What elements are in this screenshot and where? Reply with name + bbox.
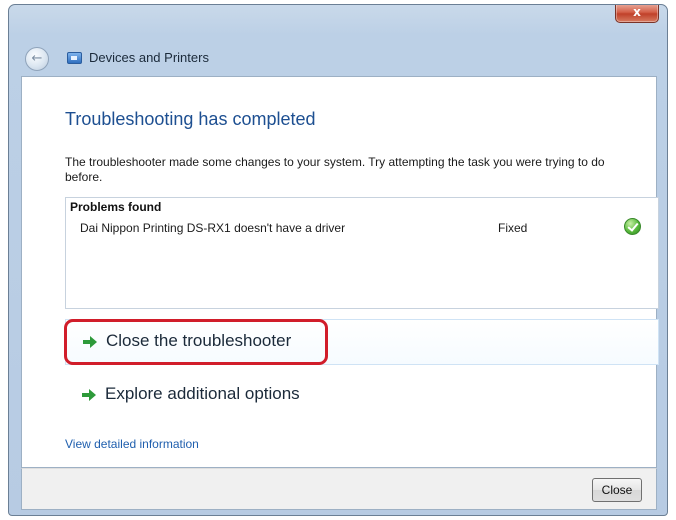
close-button[interactable]: Close (592, 478, 642, 502)
navigation-bar: ← Devices and Printers (9, 5, 667, 71)
close-troubleshooter-label: Close the troubleshooter (106, 331, 292, 350)
problems-found-box: Problems found Dai Nippon Printing DS-RX… (65, 197, 659, 309)
description-text: The troubleshooter made some changes to … (65, 155, 605, 184)
green-arrow-icon (83, 336, 97, 348)
check-icon (624, 218, 641, 235)
view-details-link[interactable]: View detailed information (65, 437, 199, 451)
dialog-window: x ← Devices and Printers Troubleshooting… (8, 4, 668, 516)
problems-header: Problems found (70, 200, 162, 214)
window-title: Devices and Printers (89, 50, 209, 65)
devices-printers-icon (67, 52, 82, 64)
back-button[interactable]: ← (25, 47, 49, 71)
dialog-footer: Close (21, 468, 657, 510)
green-arrow-icon (82, 389, 96, 401)
explore-options-label: Explore additional options (105, 384, 300, 403)
content-area: Troubleshooting has completed The troubl… (21, 76, 659, 468)
back-arrow-icon: ← (31, 51, 43, 66)
page-heading: Troubleshooting has completed (65, 109, 316, 129)
problem-description: Dai Nippon Printing DS-RX1 doesn't have … (80, 221, 346, 235)
problem-status: Fixed (498, 221, 528, 235)
explore-options-option[interactable]: Explore additional options (65, 373, 659, 419)
close-troubleshooter-option[interactable]: Close the troubleshooter (65, 319, 659, 365)
problem-row: Dai Nippon Printing DS-RX1 doesn't have … (66, 218, 658, 240)
